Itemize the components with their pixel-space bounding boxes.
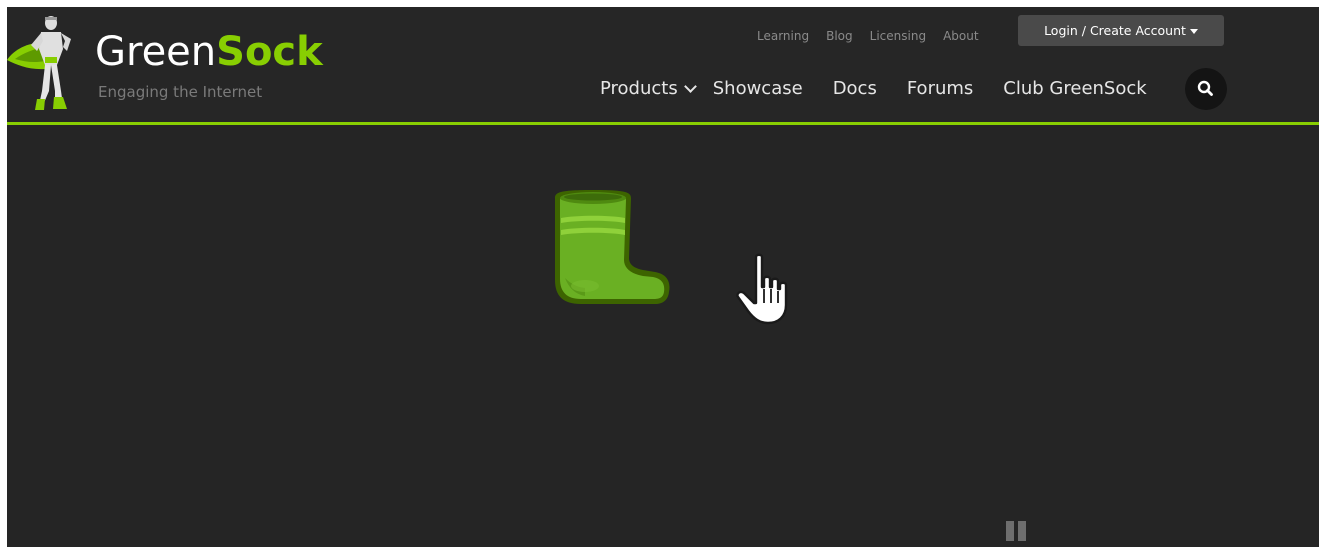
utility-link-learning[interactable]: Learning [757, 27, 809, 45]
main-nav: Products Showcase Docs Forums Club Green… [600, 76, 1147, 102]
logo-wordmark: GreenSock [95, 30, 323, 74]
logo-tagline: Engaging the Internet [98, 83, 263, 101]
utility-link-blog[interactable]: Blog [826, 27, 853, 45]
utility-link-licensing[interactable]: Licensing [870, 27, 926, 45]
nav-club-greensock[interactable]: Club GreenSock [1003, 76, 1146, 102]
nav-forums[interactable]: Forums [907, 76, 973, 102]
nav-products[interactable]: Products [600, 76, 697, 102]
logo-word-green: Green [95, 29, 217, 75]
pause-bar-left [1006, 521, 1014, 541]
nav-docs[interactable]: Docs [833, 76, 877, 102]
logo-word-sock: Sock [216, 29, 323, 75]
utility-link-about[interactable]: About [943, 27, 978, 45]
login-button-label: Login / Create Account [1044, 23, 1186, 38]
header-divider [7, 122, 1319, 125]
superhero-mascot-icon [7, 16, 71, 110]
login-create-account-button[interactable]: Login / Create Account [1018, 15, 1224, 46]
nav-products-label: Products [600, 78, 678, 99]
search-button[interactable] [1185, 68, 1227, 110]
utility-nav: Learning Blog Licensing About [757, 27, 996, 45]
site-header: GreenSock Engaging the Internet Learning… [7, 7, 1319, 122]
greensock-logo[interactable]: GreenSock Engaging the Internet [7, 13, 323, 113]
hand-pointer-icon [736, 253, 788, 325]
caret-down-icon [1189, 29, 1198, 34]
sock-icon [555, 190, 670, 304]
pause-bar-right [1018, 521, 1026, 541]
pause-icon[interactable] [1006, 521, 1028, 541]
page-frame: GreenSock Engaging the Internet Learning… [7, 7, 1319, 547]
chevron-down-icon [683, 80, 697, 93]
nav-showcase[interactable]: Showcase [713, 76, 803, 102]
search-icon [1197, 80, 1213, 96]
